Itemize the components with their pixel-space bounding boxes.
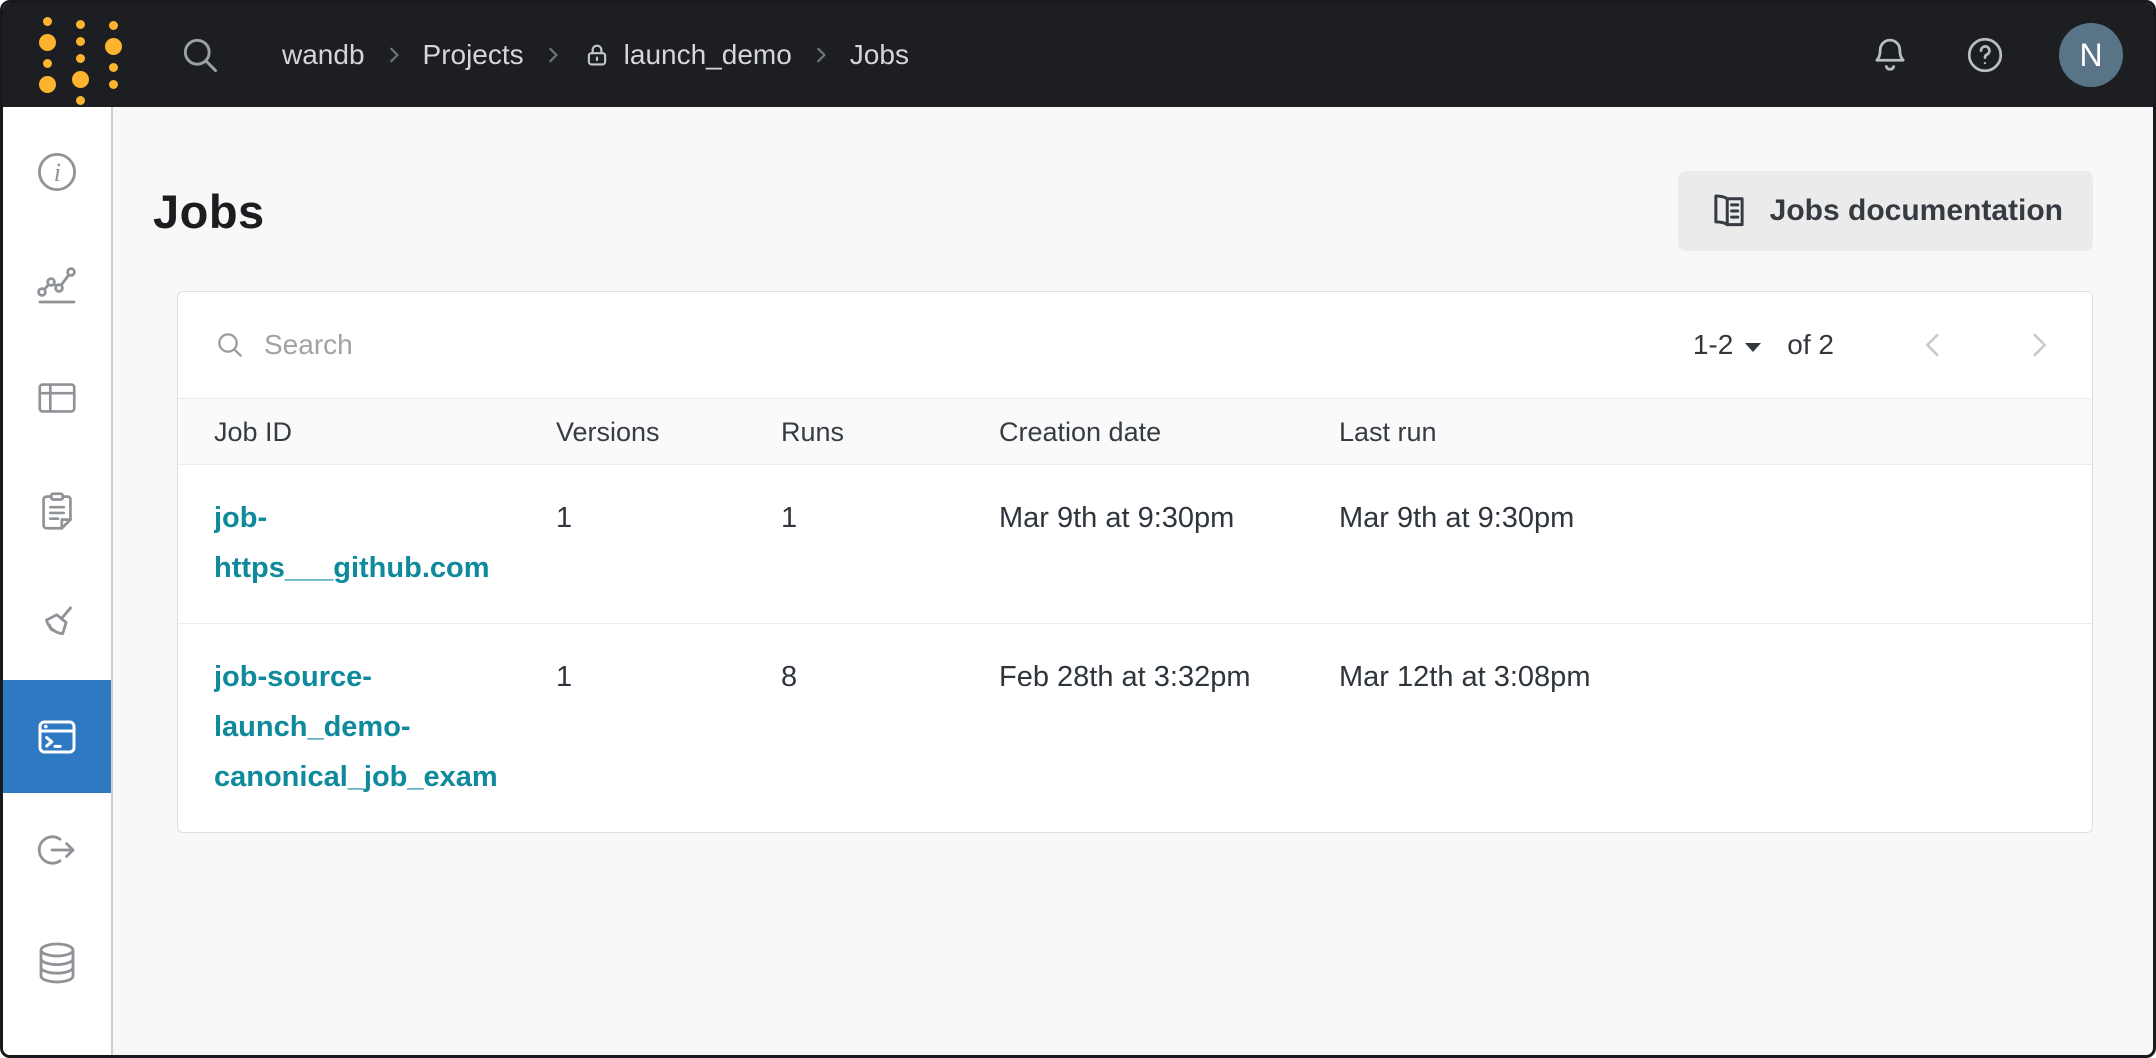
info-circle-icon: i	[33, 148, 81, 196]
caret-down-icon	[1745, 343, 1761, 352]
previous-page-button[interactable]	[1916, 328, 1950, 362]
column-header-runs: Runs	[781, 399, 999, 464]
job-id-link[interactable]: job- https___github.com	[214, 493, 544, 593]
page-title: Jobs	[153, 184, 265, 239]
sidebar-item-jobs[interactable]	[3, 680, 111, 793]
sidebar-item-reports[interactable]	[3, 454, 111, 567]
job-id-line: job-source-	[214, 652, 544, 702]
versions-cell: 1	[556, 624, 781, 832]
pagination: 1-2 of 2	[1693, 328, 2056, 362]
page-range-label: 1-2	[1693, 329, 1733, 361]
breadcrumb-entity[interactable]: wandb	[282, 39, 365, 71]
runs-cell: 1	[781, 465, 999, 623]
wandb-logo	[39, 6, 122, 105]
creation-date-cell: Mar 9th at 9:30pm	[999, 465, 1339, 623]
topbar-actions: N	[1869, 23, 2123, 87]
table-toolbar: 1-2 of 2	[178, 292, 2092, 398]
last-run-cell: Mar 12th at 3:08pm	[1339, 624, 2056, 832]
wandb-logo-dots	[39, 17, 56, 93]
table-row: job- https___github.com 1 1 Mar 9th at 9…	[178, 465, 2092, 624]
chevron-right-icon	[385, 44, 403, 66]
column-header-job-id: Job ID	[214, 399, 556, 464]
clipboard-icon	[34, 488, 80, 534]
sidebar: i	[3, 107, 113, 1055]
search-box	[214, 329, 1693, 361]
last-run-cell: Mar 9th at 9:30pm	[1339, 465, 2056, 623]
column-header-creation-date: Creation date	[999, 399, 1339, 464]
column-header-versions: Versions	[556, 399, 781, 464]
topbar: wandb Projects launch_demo	[3, 3, 2153, 107]
wandb-logo-dots	[72, 6, 89, 105]
avatar[interactable]: N	[2059, 23, 2123, 87]
jobs-table-card: 1-2 of 2 Job ID Versions	[177, 291, 2093, 833]
versions-cell: 1	[556, 465, 781, 623]
table-header-row: Job ID Versions Runs Creation date Last …	[178, 398, 2092, 465]
search-icon[interactable]	[178, 33, 222, 77]
breadcrumb: wandb Projects launch_demo	[282, 38, 909, 72]
chevron-right-icon	[544, 44, 562, 66]
sidebar-item-workspace[interactable]	[3, 228, 111, 341]
page-range-dropdown[interactable]: 1-2	[1693, 329, 1761, 361]
page-total-label: of 2	[1787, 329, 1834, 361]
job-id-line: canonical_job_exam	[214, 752, 544, 802]
sidebar-item-table[interactable]	[3, 341, 111, 454]
main-content: Jobs Jobs documentation	[113, 107, 2153, 1055]
job-id-line: launch_demo-	[214, 702, 544, 752]
help-icon[interactable]	[1963, 33, 2007, 77]
search-icon	[214, 329, 246, 361]
job-id-link[interactable]: job-source- launch_demo- canonical_job_e…	[214, 652, 544, 802]
job-id-line: https___github.com	[214, 543, 544, 593]
line-chart-icon	[33, 261, 81, 309]
job-id-line: job-	[214, 493, 544, 543]
chevron-right-icon	[812, 44, 830, 66]
broom-icon	[33, 600, 81, 648]
sidebar-item-overview[interactable]: i	[3, 115, 111, 228]
creation-date-cell: Feb 28th at 3:32pm	[999, 624, 1339, 832]
table-row: job-source- launch_demo- canonical_job_e…	[178, 624, 2092, 832]
wandb-logo-dots	[105, 21, 122, 89]
search-input[interactable]	[264, 329, 864, 361]
sidebar-item-launch[interactable]	[3, 793, 111, 906]
wandb-app-window: wandb Projects launch_demo	[0, 0, 2156, 1058]
database-icon	[33, 939, 81, 987]
svg-text:i: i	[54, 158, 61, 187]
breadcrumb-project[interactable]: launch_demo	[582, 38, 792, 72]
launch-arrow-icon	[33, 826, 81, 874]
bell-icon[interactable]	[1869, 34, 1911, 76]
jobs-documentation-button[interactable]: Jobs documentation	[1678, 171, 2093, 251]
breadcrumb-projects[interactable]: Projects	[423, 39, 524, 71]
lock-icon	[582, 38, 612, 72]
table-icon	[34, 375, 80, 421]
jobs-documentation-label: Jobs documentation	[1770, 194, 2063, 228]
next-page-button[interactable]	[2022, 328, 2056, 362]
terminal-icon	[33, 713, 81, 761]
breadcrumb-jobs[interactable]: Jobs	[850, 39, 909, 71]
book-icon	[1708, 190, 1750, 232]
runs-cell: 8	[781, 624, 999, 832]
column-header-last-run: Last run	[1339, 399, 2056, 464]
sidebar-item-artifacts[interactable]	[3, 906, 111, 1019]
sidebar-item-sweeps[interactable]	[3, 567, 111, 680]
breadcrumb-project-label[interactable]: launch_demo	[624, 39, 792, 71]
page-header: Jobs Jobs documentation	[153, 171, 2093, 251]
